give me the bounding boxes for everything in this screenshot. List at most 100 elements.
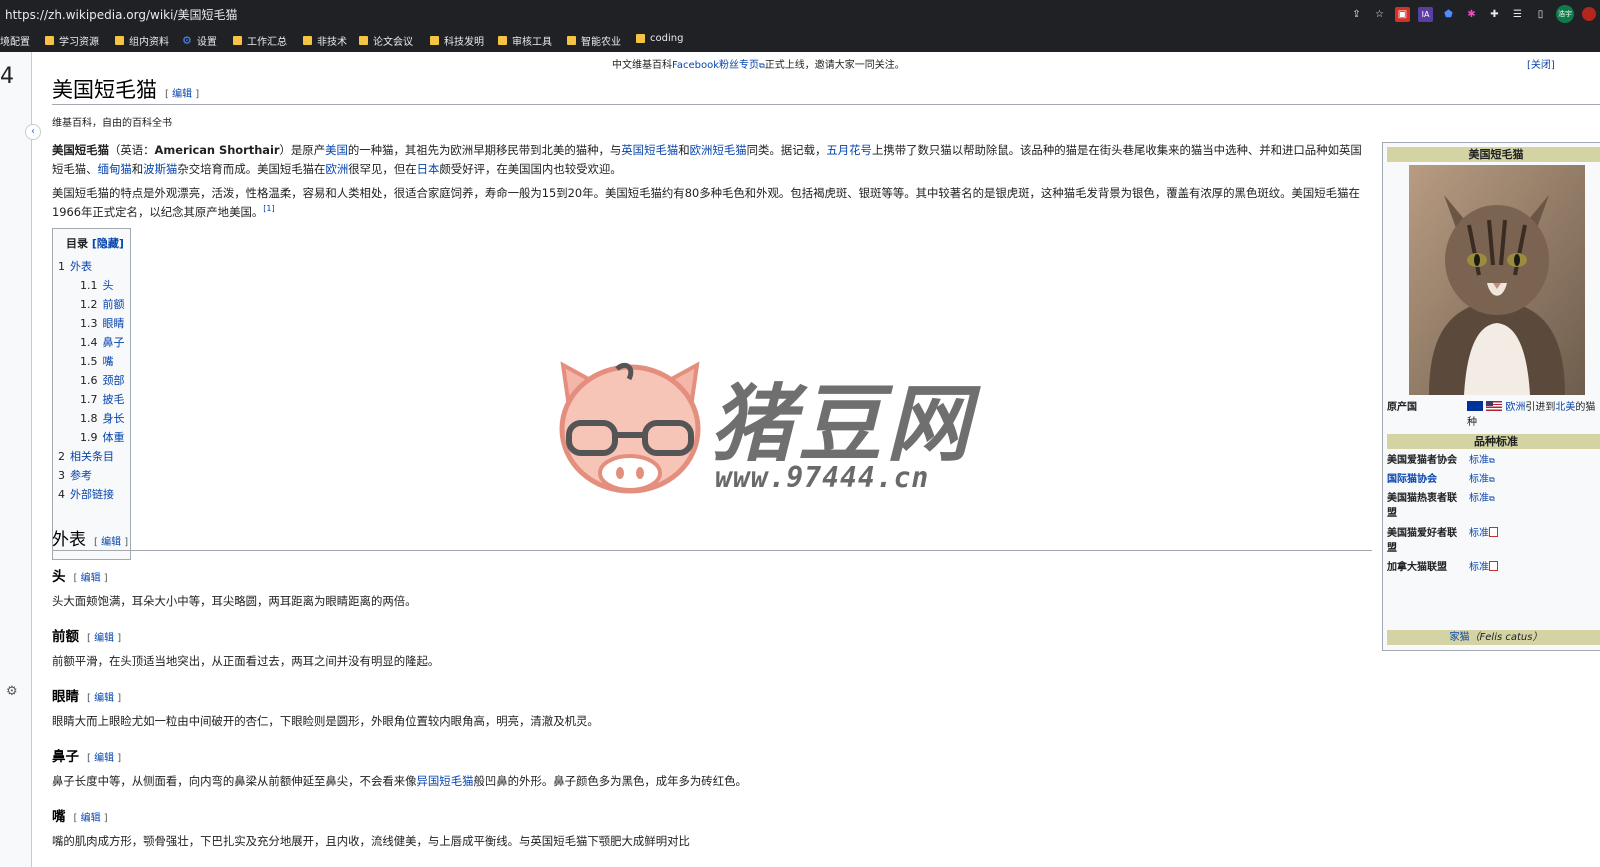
bookmark-item[interactable]: ⚙ 设置 xyxy=(182,33,217,48)
article-link[interactable]: 五月花号 xyxy=(826,143,872,157)
bookmark-label: 设置 xyxy=(196,37,217,48)
origin-label: 原产国 xyxy=(1387,402,1417,413)
north-america-link[interactable]: 北美 xyxy=(1555,402,1575,413)
notice-link[interactable]: Facebook粉丝专页 xyxy=(672,60,759,71)
toc-link[interactable]: 披毛 xyxy=(103,393,125,406)
bookmark-item[interactable]: 论文会议 xyxy=(359,33,413,48)
toc-link[interactable]: 相关条目 xyxy=(70,450,114,463)
standard-value: 标准 xyxy=(1469,526,1498,541)
toc-item[interactable]: 1.7 披毛 xyxy=(80,391,125,407)
toc-item[interactable]: 4 外部链接 xyxy=(58,486,114,502)
toc-number: 1.2 xyxy=(80,298,98,311)
edit-link[interactable]: 编辑 xyxy=(81,813,101,824)
org-name: 美国猫爱好者联 xyxy=(1387,528,1457,539)
bookmark-label: coding xyxy=(650,33,684,44)
toc-link[interactable]: 体重 xyxy=(103,431,125,444)
share-icon[interactable]: ⇪ xyxy=(1349,7,1364,22)
shield-icon[interactable]: ⬟ xyxy=(1441,7,1456,22)
toc-link[interactable]: 眼睛 xyxy=(103,317,125,330)
toc-link[interactable]: 头 xyxy=(103,279,114,292)
toc-link[interactable]: 颈部 xyxy=(103,374,125,387)
standard-link[interactable]: 标准 xyxy=(1469,562,1489,573)
article-link[interactable]: 美国 xyxy=(325,143,348,157)
toc-item[interactable]: 1.5 嘴 xyxy=(80,353,114,369)
bookmark-item[interactable]: 审核工具 xyxy=(498,33,552,48)
toc-link[interactable]: 前额 xyxy=(103,298,125,311)
article-link[interactable]: 欧洲 xyxy=(325,162,348,176)
bookmark-item[interactable]: 非技术 xyxy=(303,33,347,48)
bookmark-label: 论文会议 xyxy=(373,37,413,48)
external-link-icon: ⧉ xyxy=(1489,475,1495,484)
bookmark-item[interactable]: 境配置 xyxy=(0,33,30,48)
edit-section: [ 编辑 ] xyxy=(73,813,108,824)
europe-link[interactable]: 欧洲 xyxy=(1505,402,1525,413)
tagline: 维基百科，自由的百科全书 xyxy=(52,118,172,129)
edit-link[interactable]: 编辑 xyxy=(81,573,101,584)
bookmark-item[interactable]: 组内资料 xyxy=(115,33,169,48)
toc-item[interactable]: 1.3 眼睛 xyxy=(80,315,125,331)
reference-link[interactable]: [1] xyxy=(263,204,274,213)
toc-hide-toggle[interactable]: [隐藏] xyxy=(92,237,124,250)
reading-list-icon[interactable]: ☰ xyxy=(1510,7,1525,22)
toc-item[interactable]: 3 参考 xyxy=(58,467,92,483)
org-name[interactable]: 国际猫协会 xyxy=(1387,474,1437,485)
bookmark-item[interactable]: 工作汇总 xyxy=(233,33,287,48)
exotic-shorthair-link[interactable]: 异国短毛猫 xyxy=(417,774,474,788)
toc-link[interactable]: 参考 xyxy=(70,469,92,482)
bookmark-label: 境配置 xyxy=(0,37,30,48)
extension-red-icon[interactable]: ▣ xyxy=(1395,6,1410,22)
toc-item[interactable]: 1.6 颈部 xyxy=(80,372,125,388)
toc-item[interactable]: 1.2 前额 xyxy=(80,296,125,312)
article-link[interactable]: 日本 xyxy=(417,162,440,176)
star-icon[interactable]: ☆ xyxy=(1372,7,1387,22)
toc-link[interactable]: 嘴 xyxy=(103,355,114,368)
article-link[interactable]: 波斯猫 xyxy=(143,162,177,176)
bookmark-item[interactable]: 科技发明 xyxy=(430,33,484,48)
sidebar-icon[interactable]: ▯ xyxy=(1533,7,1548,22)
article-link[interactable]: 欧洲短毛猫 xyxy=(690,143,747,157)
edit-link[interactable]: 编辑 xyxy=(94,693,114,704)
collapse-sidebar-button[interactable]: ‹ xyxy=(25,124,41,140)
standard-link[interactable]: 标准 xyxy=(1469,455,1489,466)
bookmark-item[interactable]: 智能农业 xyxy=(567,33,621,48)
edit-link[interactable]: 编辑 xyxy=(172,89,192,100)
url-field[interactable]: https://zh.wikipedia.org/wiki/美国短毛猫 xyxy=(5,6,237,23)
edit-link[interactable]: 编辑 xyxy=(94,753,114,764)
origin-after: 的猫 xyxy=(1575,402,1596,413)
toc-link[interactable]: 鼻子 xyxy=(103,336,125,349)
toc-link[interactable]: 外表 xyxy=(70,260,92,273)
ia-icon[interactable]: IA xyxy=(1418,6,1433,22)
toc-item[interactable]: 1.4 鼻子 xyxy=(80,334,125,350)
toc-item[interactable]: 1 外表 xyxy=(58,258,92,274)
toc-number: 1.3 xyxy=(80,317,98,330)
section-heading-mouth: 嘴 [ 编辑 ] xyxy=(52,805,108,825)
infobox-title: 美国短毛猫 xyxy=(1387,147,1600,162)
edit-link[interactable]: 编辑 xyxy=(101,537,121,548)
standard-link[interactable]: 标准 xyxy=(1469,493,1489,504)
toc-link[interactable]: 身长 xyxy=(103,412,125,425)
toc-item[interactable]: 1.9 体重 xyxy=(80,429,125,445)
colorful-icon[interactable]: ✱ xyxy=(1464,7,1479,22)
standard-link[interactable]: 标准 xyxy=(1469,528,1489,539)
bookmark-item[interactable]: coding xyxy=(636,33,683,44)
toc-item[interactable]: 1.8 身长 xyxy=(80,410,125,426)
section-text-forehead: 前额平滑，在头顶适当地突出，从正面看过去，两耳之间并没有明显的隆起。 xyxy=(52,654,440,668)
bookmark-label: 审核工具 xyxy=(512,37,552,48)
bookmark-item[interactable]: 学习资源 xyxy=(45,33,99,48)
standard-org: 美国爱猫者协会 xyxy=(1387,453,1471,468)
edit-link[interactable]: 编辑 xyxy=(94,633,114,644)
domestic-cat-link[interactable]: 家猫 xyxy=(1450,632,1470,643)
gear-icon[interactable]: ⚙ xyxy=(6,684,18,699)
folder-icon xyxy=(430,36,439,45)
article-link[interactable]: 英国短毛猫 xyxy=(621,143,678,157)
toc-link[interactable]: 外部链接 xyxy=(70,488,114,501)
toc-item[interactable]: 1.1 头 xyxy=(80,277,114,293)
menu-icon[interactable] xyxy=(1582,7,1596,21)
section-title: 头 xyxy=(52,569,66,585)
close-notice-link[interactable]: [关闭] xyxy=(1527,56,1555,71)
puzzle-icon[interactable]: ✚ xyxy=(1487,7,1502,22)
toc-item[interactable]: 2 相关条目 xyxy=(58,448,114,464)
article-link[interactable]: 缅甸猫 xyxy=(98,162,132,176)
standard-link[interactable]: 标准 xyxy=(1469,474,1489,485)
profile-avatar[interactable]: 浩宇 xyxy=(1556,5,1574,23)
